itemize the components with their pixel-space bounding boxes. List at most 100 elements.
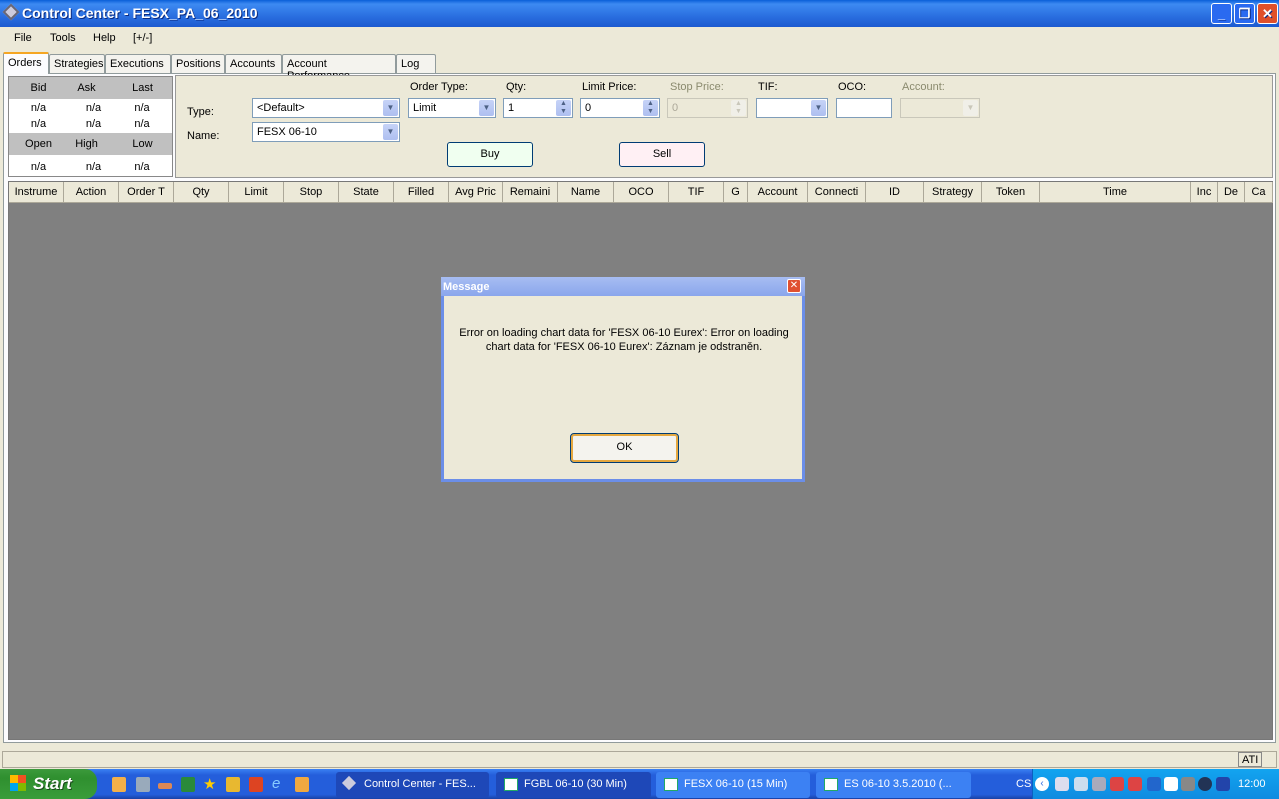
tray-icon[interactable] xyxy=(1198,777,1212,791)
task-label: ES 06-10 3.5.2010 (... xyxy=(844,778,952,790)
minimize-button[interactable]: _ xyxy=(1211,3,1232,24)
limit-price-value: 0 xyxy=(585,102,592,114)
chart-icon xyxy=(824,778,838,791)
language-indicator[interactable]: CS xyxy=(1016,778,1031,790)
tray-icon[interactable] xyxy=(1055,777,1069,791)
outlook-icon[interactable] xyxy=(112,777,126,792)
limit-price-stepper[interactable]: 0 ▲ ▼ xyxy=(580,98,660,118)
chevron-down-icon[interactable]: ▼ xyxy=(383,100,398,116)
tab-executions[interactable]: Executions xyxy=(105,54,171,73)
column-header[interactable]: Avg Pric xyxy=(449,182,503,203)
column-header[interactable]: Qty xyxy=(174,182,229,203)
display-icon[interactable] xyxy=(1181,777,1195,791)
quote-header: Bid Ask Last xyxy=(9,77,172,99)
clock: 12:00 xyxy=(1238,778,1266,790)
tab-account-performance[interactable]: Account Performance xyxy=(282,54,396,82)
excel-icon[interactable] xyxy=(181,777,195,792)
low-value: n/a xyxy=(134,161,150,173)
column-header[interactable]: Strategy xyxy=(924,182,982,203)
calculator-icon[interactable] xyxy=(136,777,150,792)
show-hidden-icons-button[interactable]: ‹ xyxy=(1035,777,1049,791)
column-header[interactable]: ID xyxy=(866,182,924,203)
task-label: FESX 06-10 (15 Min) xyxy=(684,778,788,790)
internet-explorer-icon[interactable]: e xyxy=(272,775,286,792)
lock-icon[interactable] xyxy=(226,777,240,792)
title-bar: Control Center - FESX_PA_06_2010 _ ❐ ✕ xyxy=(0,0,1279,27)
bluetooth-icon[interactable] xyxy=(1147,777,1161,791)
name-label: Name: xyxy=(187,130,220,142)
column-header[interactable]: Remaini xyxy=(503,182,558,203)
restore-button[interactable]: ❐ xyxy=(1234,3,1255,24)
chart-icon xyxy=(504,778,518,791)
chevron-down-icon[interactable]: ▼ xyxy=(383,124,398,140)
column-header[interactable]: TIF xyxy=(669,182,724,203)
tif-label: TIF: xyxy=(758,81,778,93)
type-select[interactable]: <Default> ▼ xyxy=(252,98,400,118)
wifi-icon[interactable] xyxy=(1164,777,1178,791)
column-header[interactable]: Inc xyxy=(1191,182,1218,203)
tab-accounts[interactable]: Accounts xyxy=(225,54,282,73)
order-type-select[interactable]: Limit ▼ xyxy=(408,98,496,118)
ok-button[interactable]: OK xyxy=(570,433,679,463)
chevron-down-icon[interactable]: ▼ xyxy=(811,100,826,116)
search-icon[interactable] xyxy=(1074,777,1088,791)
task-fgbl-chart[interactable]: FGBL 06-10 (30 Min) xyxy=(496,772,651,798)
column-header[interactable]: Limit xyxy=(229,182,284,203)
ask-value: n/a xyxy=(85,118,102,130)
oco-input[interactable] xyxy=(836,98,892,118)
column-header[interactable]: Time xyxy=(1040,182,1191,203)
high-value: n/a xyxy=(85,161,102,173)
type-value: <Default> xyxy=(257,102,305,114)
column-header[interactable]: De xyxy=(1218,182,1245,203)
column-header[interactable]: Order T xyxy=(119,182,174,203)
tif-select[interactable]: ▼ xyxy=(756,98,828,118)
column-header[interactable]: Connecti xyxy=(808,182,866,203)
tab-positions[interactable]: Positions xyxy=(171,54,225,73)
sell-button[interactable]: Sell xyxy=(619,142,705,167)
column-header[interactable]: Ca xyxy=(1245,182,1273,203)
star-icon[interactable]: ★ xyxy=(203,775,217,793)
tab-strategies[interactable]: Strategies xyxy=(49,54,105,73)
column-header[interactable]: Instrume xyxy=(9,182,64,203)
app-icon[interactable] xyxy=(158,783,172,789)
menu-tools[interactable]: Tools xyxy=(50,32,76,44)
stop-price-value: 0 xyxy=(672,102,679,114)
qty-stepper[interactable]: 1 ▲ ▼ xyxy=(503,98,573,118)
buy-button[interactable]: Buy xyxy=(447,142,533,167)
menu-expand[interactable]: [+/-] xyxy=(133,32,152,44)
column-header[interactable]: G xyxy=(724,182,748,203)
instrument-select[interactable]: FESX 06-10 ▼ xyxy=(252,122,400,142)
column-header[interactable]: Token xyxy=(982,182,1040,203)
message-dialog: Message ✕ Error on loading chart data fo… xyxy=(441,277,805,482)
key-icon[interactable] xyxy=(295,777,309,792)
dialog-close-icon[interactable]: ✕ xyxy=(787,279,801,293)
task-control-center[interactable]: Control Center - FES... xyxy=(336,772,489,798)
column-header[interactable]: Filled xyxy=(394,182,449,203)
tab-orders[interactable]: Orders xyxy=(3,52,49,74)
column-header[interactable]: Action xyxy=(64,182,119,203)
task-fesx-chart[interactable]: FESX 06-10 (15 Min) xyxy=(656,772,810,798)
dialog-title: Message xyxy=(441,277,805,296)
column-header[interactable]: Account xyxy=(748,182,808,203)
open-value: n/a xyxy=(30,161,47,173)
task-label: FGBL 06-10 (30 Min) xyxy=(524,778,627,790)
column-header[interactable]: Stop xyxy=(284,182,339,203)
menu-file[interactable]: File xyxy=(14,32,32,44)
quote-row: n/a n/a n/a xyxy=(9,156,172,178)
last-label: Last xyxy=(132,82,153,94)
wireless-icon[interactable] xyxy=(1092,777,1106,791)
opera-icon[interactable] xyxy=(249,777,263,792)
tray-icon[interactable] xyxy=(1216,777,1230,791)
task-es-chart[interactable]: ES 06-10 3.5.2010 (... xyxy=(816,772,971,798)
chevron-down-icon[interactable]: ▼ xyxy=(479,100,494,116)
spin-arrows-icon[interactable]: ▲ ▼ xyxy=(643,100,658,116)
spin-arrows-icon[interactable]: ▲ ▼ xyxy=(556,100,571,116)
network-disconnected-icon[interactable] xyxy=(1128,777,1142,791)
column-header[interactable]: State xyxy=(339,182,394,203)
column-header[interactable]: OCO xyxy=(614,182,669,203)
tab-log[interactable]: Log xyxy=(396,54,436,73)
column-header[interactable]: Name xyxy=(558,182,614,203)
menu-help[interactable]: Help xyxy=(93,32,116,44)
close-button[interactable]: ✕ xyxy=(1257,3,1278,24)
network-disconnected-icon[interactable] xyxy=(1110,777,1124,791)
